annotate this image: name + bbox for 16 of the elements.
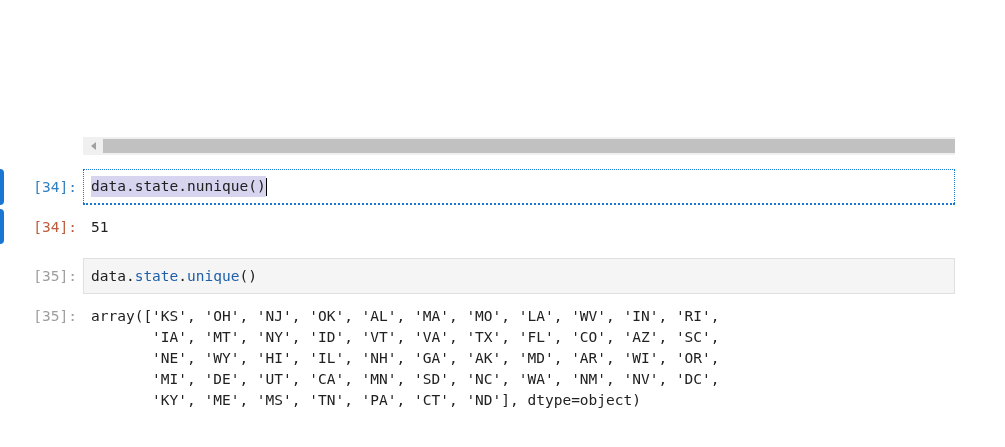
output-line: 51	[91, 218, 110, 237]
code-input-field[interactable]: data.state.nunique()	[83, 169, 955, 205]
scrollbar-thumb[interactable]	[103, 139, 955, 153]
output-prompt: [35]:	[33, 307, 77, 326]
output-line: 'MI', 'DE', 'UT', 'CA', 'MN', 'SD', 'NC', 'WA', 'NM', 'NV', 'DC',	[151, 370, 721, 389]
input-prompt: [35]:	[33, 266, 77, 286]
code-input-field[interactable]: data.state.unique()	[83, 258, 955, 294]
output-line: 'KY', 'ME', 'MS', 'TN', 'PA', 'CT', 'ND'], dtype=object)	[151, 391, 642, 410]
input-prompt: [34]:	[33, 177, 77, 197]
output-prompt: [34]:	[33, 218, 77, 237]
output-line: 'IA', 'MT', 'NY', 'ID', 'VT', 'VA', 'TX', 'FL', 'CO', 'AZ', 'SC',	[151, 328, 721, 347]
output-line: 'NE', 'WY', 'HI', 'IL', 'NH', 'GA', 'AK', 'MD', 'AR', 'WI', 'OR',	[151, 349, 721, 368]
code-line: data.state.unique()	[91, 266, 257, 286]
output-line: array(['KS', 'OH', 'NJ', 'OK', 'AL', 'MA', 'MO', 'LA', 'WV', 'IN', 'RI',	[91, 307, 721, 326]
left-arrow-icon	[90, 142, 96, 150]
text-cursor	[265, 177, 267, 196]
